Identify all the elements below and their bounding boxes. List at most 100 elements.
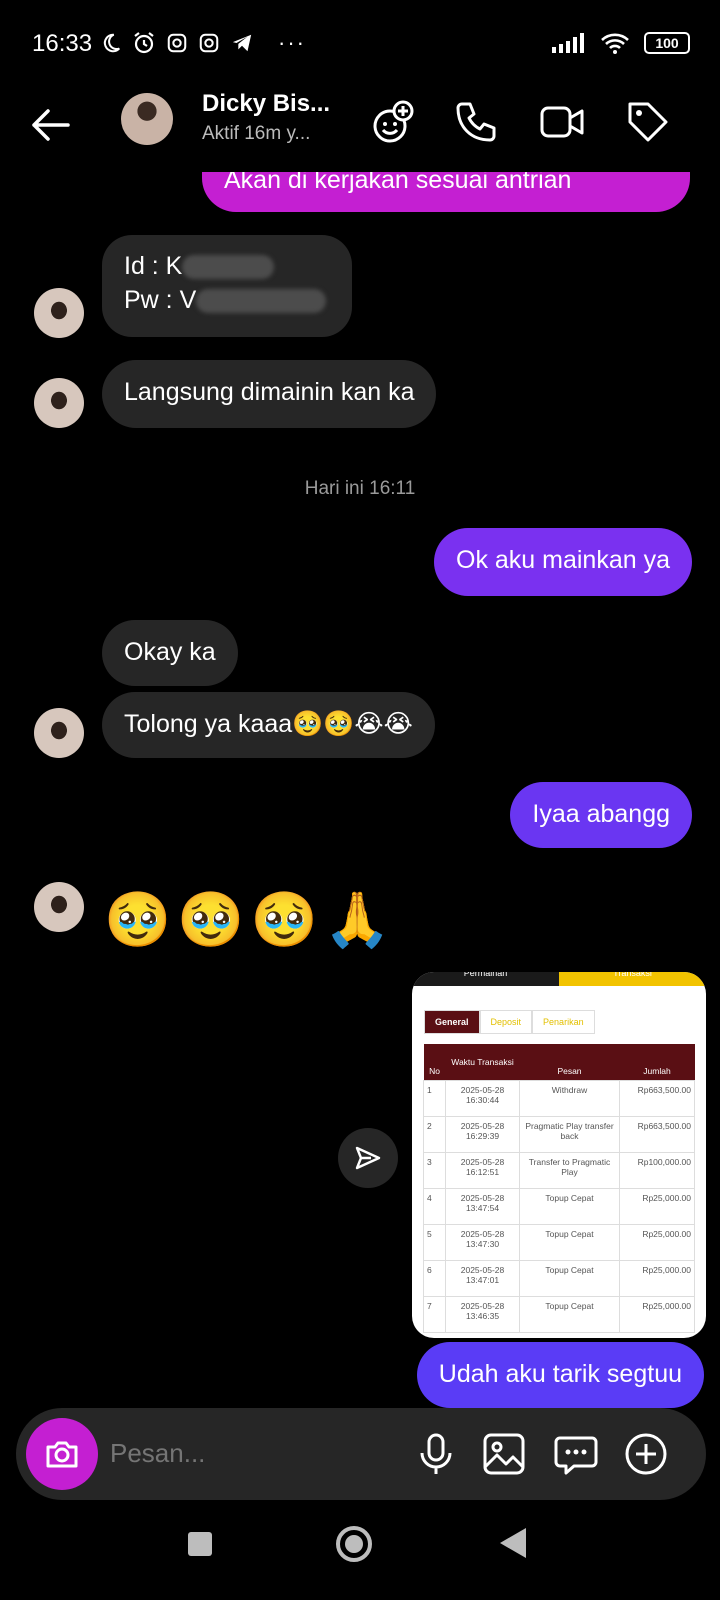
cell-no: 5 <box>423 1223 446 1261</box>
cell-message: Transfer to Pragmatic Play <box>519 1151 620 1189</box>
contact-status: Aktif 16m y... <box>202 123 311 144</box>
phone-icon[interactable] <box>452 98 500 146</box>
message-outgoing[interactable]: Iyaa abangg <box>510 782 692 848</box>
subtab-deposit: Deposit <box>479 1010 533 1034</box>
gallery-icon[interactable] <box>480 1430 528 1478</box>
cell-no: 3 <box>423 1151 446 1189</box>
wifi-icon <box>601 33 629 54</box>
cell-amount: Rp25,000.00 <box>619 1259 695 1297</box>
contact-avatar[interactable] <box>34 378 84 428</box>
shared-image-message[interactable]: Permainan Transaksi General Deposit Pena… <box>412 972 706 1338</box>
cell-time: 2025-05-28 13:47:54 <box>445 1187 520 1225</box>
pleading-face-emoji: 🥹 <box>177 890 245 950</box>
column-header: No <box>423 1044 446 1080</box>
more-icon: ··· <box>278 30 306 55</box>
table-row: 2 2025-05-28 16:29:39 Pragmatic Play tra… <box>423 1115 695 1153</box>
instagram-icon <box>199 33 219 53</box>
cell-message: Withdraw <box>519 1079 620 1117</box>
cell-amount: Rp100,000.00 <box>619 1151 695 1189</box>
folded-hands-emoji: 🙏 <box>323 890 391 950</box>
cell-time: 2025-05-28 16:12:51 <box>445 1151 520 1189</box>
cell-amount: Rp663,500.00 <box>619 1115 695 1153</box>
pleading-face-emoji: 🥹 <box>250 890 318 950</box>
signal-icon <box>552 33 584 53</box>
column-header: Pesan <box>519 1044 620 1080</box>
message-incoming[interactable]: Tolong ya kaaa🥹🥹😭😭 <box>102 692 435 758</box>
contact-avatar[interactable] <box>34 882 84 932</box>
message-composer <box>16 1408 706 1500</box>
sticker-icon[interactable] <box>552 1430 600 1478</box>
battery-icon: 100 <box>644 32 690 54</box>
video-call-icon[interactable] <box>538 98 586 146</box>
share-button[interactable] <box>338 1128 398 1188</box>
moon-icon <box>103 33 120 53</box>
cell-message: Topup Cepat <box>519 1223 620 1261</box>
back-nav-icon[interactable] <box>498 1526 528 1560</box>
tag-icon[interactable] <box>624 98 672 146</box>
cell-time: 2025-05-28 16:30:44 <box>445 1079 520 1117</box>
table-row: 6 2025-05-28 13:47:01 Topup Cepat Rp25,0… <box>423 1259 695 1297</box>
table-row: 5 2025-05-28 13:47:30 Topup Cepat Rp25,0… <box>423 1223 695 1261</box>
alarm-icon <box>134 32 154 54</box>
message-incoming[interactable]: Langsung dimainin kan ka <box>102 360 437 428</box>
send-icon <box>355 1146 381 1170</box>
cell-time: 2025-05-28 16:29:39 <box>445 1115 520 1153</box>
contact-name[interactable]: Dicky Bis... <box>202 90 330 118</box>
emoji-message[interactable]: 🥹 🥹 🥹 🙏 <box>104 890 391 950</box>
tab-transaksi: Transaksi <box>559 972 706 986</box>
recents-icon[interactable] <box>186 1530 214 1558</box>
tab-permainan: Permainan <box>412 972 559 986</box>
cell-no: 4 <box>423 1187 446 1225</box>
cell-time: 2025-05-28 13:47:30 <box>445 1223 520 1261</box>
home-icon[interactable] <box>334 1524 374 1564</box>
message-outgoing[interactable]: Ok aku mainkan ya <box>434 528 692 596</box>
cell-amount: Rp663,500.00 <box>619 1079 695 1117</box>
message-outgoing[interactable]: Udah aku tarik segtuu <box>416 1342 704 1408</box>
column-header: Waktu Transaksi <box>445 1044 520 1080</box>
message-input[interactable] <box>110 1438 400 1469</box>
column-header: Jumlah <box>619 1044 695 1080</box>
cell-message: Topup Cepat <box>519 1295 620 1333</box>
message-text: Id : K <box>124 252 183 280</box>
contact-avatar[interactable] <box>121 93 173 145</box>
redacted-block <box>182 255 275 280</box>
date-divider: Hari ini 16:11 <box>304 478 416 499</box>
pleading-face-emoji: 🥹 <box>104 890 172 950</box>
cell-amount: Rp25,000.00 <box>619 1295 695 1333</box>
cell-message: Pragmatic Play transfer back <box>519 1115 620 1153</box>
cell-time: 2025-05-28 13:46:35 <box>445 1295 520 1333</box>
table-row: 4 2025-05-28 13:47:54 Topup Cepat Rp25,0… <box>423 1187 695 1225</box>
cell-no: 6 <box>423 1259 446 1297</box>
transaction-table: No Waktu Transaksi Pesan Jumlah 1 2025-0… <box>423 1044 695 1333</box>
status-bar: 16:33 ··· 100 <box>0 0 720 80</box>
cell-no: 1 <box>423 1079 446 1117</box>
message-incoming[interactable]: Id : K Pw : V <box>102 235 352 337</box>
instagram-icon <box>167 33 187 53</box>
system-navigation-bar <box>0 1512 720 1600</box>
subtab-general: General <box>424 1010 480 1034</box>
cell-amount: Rp25,000.00 <box>619 1187 695 1225</box>
table-row: 1 2025-05-28 16:30:44 Withdraw Rp663,500… <box>423 1079 695 1117</box>
cell-amount: Rp25,000.00 <box>619 1223 695 1261</box>
contact-avatar[interactable] <box>34 288 84 338</box>
message-text: Pw : V <box>124 286 197 314</box>
camera-button[interactable] <box>26 1418 98 1490</box>
camera-icon <box>46 1441 78 1468</box>
clock: 16:33 <box>32 30 93 57</box>
table-row: 7 2025-05-28 13:46:35 Topup Cepat Rp25,0… <box>423 1295 695 1333</box>
cell-no: 2 <box>423 1115 446 1153</box>
redacted-block <box>196 289 327 314</box>
cell-time: 2025-05-28 13:47:01 <box>445 1259 520 1297</box>
table-row: 3 2025-05-28 16:12:51 Transfer to Pragma… <box>423 1151 695 1189</box>
subtab-penarikan: Penarikan <box>532 1010 595 1034</box>
cell-message: Topup Cepat <box>519 1187 620 1225</box>
chat-header: Dicky Bis... Aktif 16m y... <box>0 80 720 172</box>
add-icon[interactable] <box>622 1430 670 1478</box>
add-effects-icon[interactable] <box>370 98 418 146</box>
contact-avatar[interactable] <box>34 708 84 758</box>
message-incoming[interactable]: Okay ka <box>102 620 238 686</box>
microphone-icon[interactable] <box>412 1430 460 1478</box>
cell-message: Topup Cepat <box>519 1259 620 1297</box>
back-arrow-icon[interactable] <box>26 100 76 150</box>
cell-no: 7 <box>423 1295 446 1333</box>
